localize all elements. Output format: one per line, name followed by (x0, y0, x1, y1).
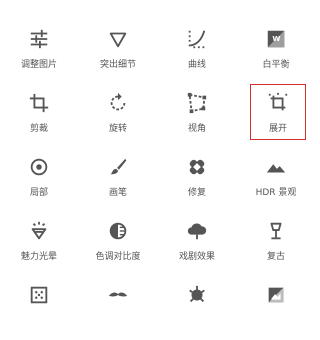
tool-label: 曲线 (187, 60, 206, 70)
tool-vintage[interactable]: 复古 (237, 212, 315, 276)
tool-hdr[interactable]: HDR 景观 (237, 148, 315, 212)
tool-label: 调整图片 (20, 60, 57, 70)
tool-curves[interactable]: 曲线 (158, 20, 236, 84)
tool-brush[interactable]: 画笔 (79, 148, 157, 212)
tool-rotate[interactable]: 旋转 (79, 84, 157, 148)
tool-grainy-film[interactable] (0, 276, 78, 340)
tool-label: 画笔 (108, 188, 127, 198)
drama-cloud-icon (187, 223, 207, 240)
glamour-glow-icon (31, 221, 47, 240)
tool-drama[interactable]: 戏剧效果 (158, 212, 236, 276)
black-white-icon (268, 287, 284, 303)
grainy-film-icon (30, 286, 48, 304)
selective-target-icon (30, 158, 48, 176)
tool-label: 突出细节 (99, 60, 136, 70)
grunge-icon (189, 285, 205, 303)
white-balance-icon: W (267, 30, 285, 48)
tool-glamour-glow[interactable]: 魅力光晕 (0, 212, 78, 276)
rotate-icon (110, 92, 126, 111)
tool-label: 复古 (266, 252, 285, 262)
tool-label: 展开 (268, 124, 287, 134)
tool-tonal-contrast[interactable]: 色调对比度 (79, 212, 157, 276)
tool-label: 白平衡 (262, 60, 290, 70)
tool-grunge[interactable] (158, 276, 236, 340)
tool-label: 色调对比度 (95, 252, 141, 262)
healing-bandage-icon (189, 159, 205, 175)
tool-label: 戏剧效果 (178, 252, 215, 262)
expand-crop-icon (268, 92, 288, 111)
hdr-mountain-icon (266, 164, 286, 173)
tool-selective[interactable]: 局部 (0, 148, 78, 212)
tool-label: 剪裁 (29, 124, 48, 134)
brush-icon (110, 158, 127, 175)
tools-grid: 调整图片 突出细节 曲线 W 白平衡 剪裁 旋转 视角 展开 局部 画笔 修复 … (0, 0, 315, 315)
tonal-contrast-icon (109, 222, 127, 240)
tool-details[interactable]: 突出细节 (79, 20, 157, 84)
tool-white-balance[interactable]: W 白平衡 (237, 20, 315, 84)
details-triangle-icon (109, 32, 127, 48)
svg-text:W: W (272, 34, 280, 43)
crop-icon (29, 93, 49, 113)
perspective-icon (187, 92, 207, 114)
tool-label: 修复 (187, 188, 206, 198)
tune-icon (30, 29, 48, 49)
tool-label: 旋转 (108, 124, 127, 134)
tool-label: 局部 (29, 188, 48, 198)
tool-expand[interactable]: 展开 (250, 84, 306, 140)
retrolux-mustache-icon (108, 292, 128, 297)
curves-icon (188, 30, 206, 49)
tool-retrolux[interactable] (79, 276, 157, 340)
tool-healing[interactable]: 修复 (158, 148, 236, 212)
tool-label: 视角 (187, 124, 206, 134)
vintage-lamp-icon (270, 222, 282, 240)
tool-label: HDR 景观 (255, 188, 297, 198)
tool-label: 魅力光晕 (20, 252, 57, 262)
tool-crop[interactable]: 剪裁 (0, 84, 78, 148)
tool-black-white[interactable] (237, 276, 315, 340)
tool-perspective[interactable]: 视角 (158, 84, 236, 148)
tool-tune[interactable]: 调整图片 (0, 20, 78, 84)
